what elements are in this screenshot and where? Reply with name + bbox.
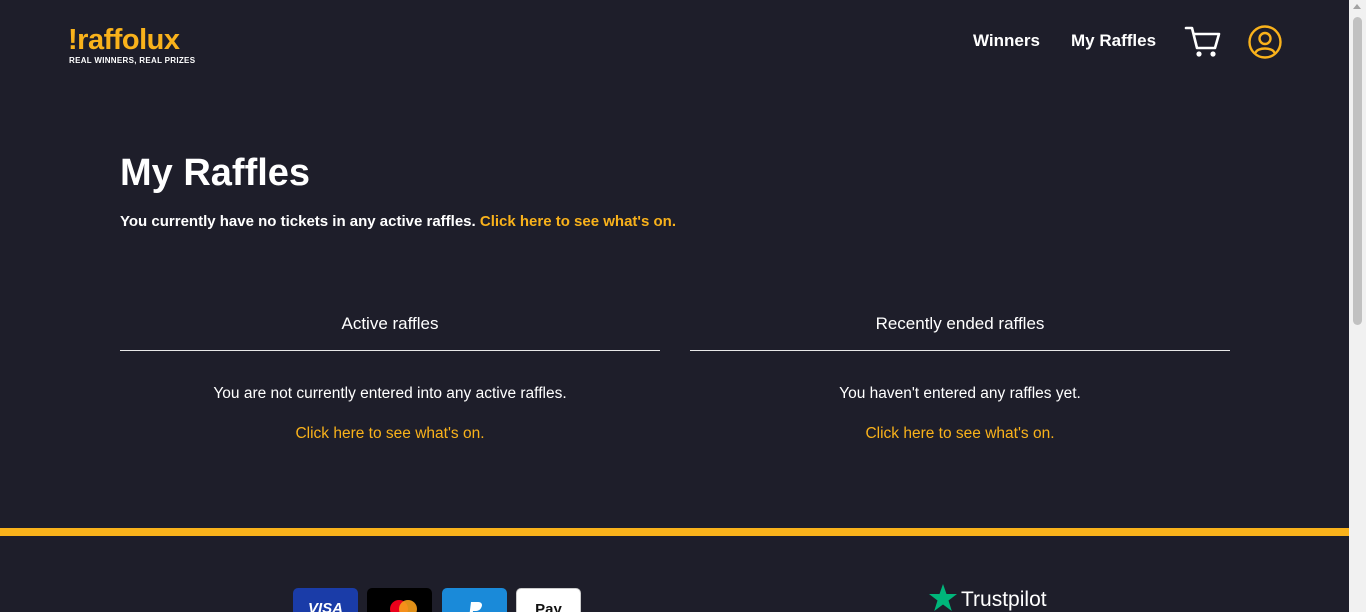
- mastercard-icon: [367, 588, 432, 612]
- intro-whats-on-link[interactable]: Click here to see what's on.: [480, 213, 676, 230]
- apple-pay-label: Pay: [535, 601, 562, 612]
- apple-pay-icon: Pay: [516, 588, 581, 612]
- logo-tagline: REAL WINNERS, REAL PRIZES: [69, 56, 196, 65]
- paypal-glyph: [469, 602, 482, 612]
- divider: [120, 350, 660, 351]
- active-raffles-panel: Active raffles You are not currently ent…: [120, 310, 660, 460]
- scrollbar-thumb[interactable]: [1353, 17, 1362, 325]
- recently-ended-whats-on-link[interactable]: Click here to see what's on.: [690, 425, 1230, 443]
- vertical-scrollbar[interactable]: [1349, 0, 1366, 612]
- active-raffles-message: You are not currently entered into any a…: [213, 385, 567, 402]
- footer-divider: [0, 528, 1349, 536]
- visa-icon: VISA: [293, 588, 358, 612]
- trustpilot-star-icon: [929, 584, 957, 611]
- nav-winners-link[interactable]: Winners: [973, 31, 1040, 51]
- recently-ended-message: You haven't entered any raffles yet.: [839, 385, 1081, 402]
- site-logo[interactable]: !raffolux REAL WINNERS, REAL PRIZES: [68, 24, 208, 66]
- scroll-up-arrow-icon[interactable]: [1353, 4, 1361, 9]
- logo-wordmark: !raffolux: [68, 24, 180, 56]
- intro-message: You currently have no tickets in any act…: [120, 213, 676, 230]
- nav-my-raffles-link[interactable]: My Raffles: [1071, 31, 1156, 51]
- page-title: My Raffles: [120, 152, 311, 194]
- mastercard-orange-circle: [399, 600, 417, 612]
- cart-icon[interactable]: [1184, 24, 1222, 60]
- paypal-icon: [442, 588, 507, 612]
- visa-label: VISA: [307, 600, 343, 612]
- trustpilot-badge[interactable]: Trustpilot: [928, 584, 1068, 612]
- recently-ended-raffles-panel: Recently ended raffles You haven't enter…: [690, 310, 1230, 460]
- recently-ended-heading: Recently ended raffles: [875, 314, 1045, 333]
- divider: [690, 350, 1230, 351]
- active-raffles-whats-on-link[interactable]: Click here to see what's on.: [120, 425, 660, 443]
- active-raffles-heading: Active raffles: [341, 314, 439, 333]
- user-account-icon[interactable]: [1248, 25, 1282, 59]
- intro-text: You currently have no tickets in any act…: [120, 213, 476, 230]
- trustpilot-label: Trustpilot: [961, 588, 1047, 611]
- page: !raffolux REAL WINNERS, REAL PRIZES Winn…: [0, 0, 1349, 612]
